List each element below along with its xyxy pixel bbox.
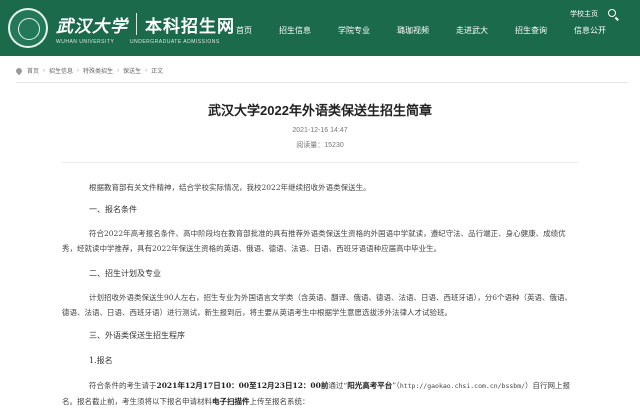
search-icon[interactable] bbox=[608, 9, 616, 17]
breadcrumb: 首页 › 招生信息 › 特殊类招生 › 保送生 › 正文 bbox=[14, 66, 164, 75]
university-seal-icon bbox=[8, 8, 48, 48]
text-run: 符合条件的考生请于 bbox=[89, 381, 157, 390]
breadcrumb-current: 正文 bbox=[151, 69, 164, 75]
view-count: 阅读量：15230 bbox=[0, 140, 640, 150]
divider bbox=[62, 162, 578, 163]
section-heading: 二、招生计划及专业 bbox=[89, 269, 161, 278]
publish-date: 2021-12-16 14:47 bbox=[292, 127, 348, 134]
nav-item-admission-query[interactable]: 招生查询 bbox=[515, 25, 547, 36]
nav-item-schools-majors[interactable]: 学院专业 bbox=[338, 25, 370, 36]
section-paragraph: 符合条件的考生请于2021年12月17日10：00至12月23日12：00前通过… bbox=[62, 378, 578, 409]
site-name: 本科招生网 bbox=[145, 16, 235, 36]
breadcrumb-home[interactable]: 首页 bbox=[27, 66, 39, 75]
article-title: 武汉大学2022年外语类保送生招生简章 bbox=[208, 103, 432, 118]
scan-emphasis: 电子扫描件 bbox=[212, 397, 250, 406]
breadcrumb-separator: › bbox=[77, 67, 80, 74]
site-header: 武汉大学 本科招生网 WUHAN UNIVERSITY UNDERGRADUAT… bbox=[0, 0, 640, 56]
subsection-heading: 1.报名 bbox=[89, 356, 113, 365]
section-paragraph: 计划招收外语类保送生90人左右，招生专业为外国语言文学类（含英语、翻译、俄语、德… bbox=[62, 293, 573, 317]
university-name-en: WUHAN UNIVERSITY bbox=[56, 38, 115, 45]
nav-item-about[interactable]: 走进武大 bbox=[456, 25, 488, 36]
section-heading: 三、外语类保送生招生程序 bbox=[89, 331, 185, 340]
university-name: 武汉大学 bbox=[56, 16, 128, 37]
nav-item-videos[interactable]: 璐珈视频 bbox=[397, 25, 429, 36]
breadcrumb-recommended[interactable]: 保送生 bbox=[123, 66, 141, 75]
article-intro: 根据教育部有关文件精神，结合学校实际情况，我校2022年继续招收外语类保送生。 bbox=[89, 183, 371, 192]
registration-period: 2021年12月17日10：00至12月23日12：00前 bbox=[156, 381, 329, 390]
text-run: 通过“ bbox=[328, 381, 348, 390]
breadcrumb-special-admission[interactable]: 特殊类招生 bbox=[83, 66, 113, 75]
main-nav: 首页 招生信息 学院专业 璐珈视频 走进武大 招生查询 信息公开 bbox=[236, 25, 606, 36]
view-count-label: 阅读量： bbox=[296, 142, 325, 149]
section-paragraph: 符合2022年高考报名条件、高中阶段均在教育部批准的具有推荐外语类保送生资格的外… bbox=[62, 229, 566, 253]
nav-item-home[interactable]: 首页 bbox=[236, 25, 252, 36]
breadcrumb-admission-info[interactable]: 招生信息 bbox=[49, 66, 73, 75]
platform-name: 阳光高考平台 bbox=[347, 381, 393, 390]
section-heading: 一、报名条件 bbox=[89, 205, 137, 214]
text-run: 上传至报名系统： bbox=[249, 397, 310, 406]
brand-divider bbox=[136, 13, 137, 35]
divider bbox=[16, 82, 628, 83]
site-name-en: UNDERGRADUATE ADMISSIONS bbox=[130, 38, 220, 45]
location-pin-icon bbox=[14, 66, 24, 75]
text-run: ”（ bbox=[392, 381, 400, 390]
logo[interactable]: 武汉大学 本科招生网 WUHAN UNIVERSITY UNDERGRADUAT… bbox=[8, 4, 235, 52]
breadcrumb-separator: › bbox=[117, 67, 120, 74]
breadcrumb-separator: › bbox=[145, 67, 148, 74]
view-count-value: 15230 bbox=[324, 142, 344, 149]
nav-item-public-info[interactable]: 信息公开 bbox=[574, 25, 606, 36]
nav-item-admission-info[interactable]: 招生信息 bbox=[279, 25, 311, 36]
platform-url-link[interactable]: http://gaokao.chsi.com.cn/bssbm/ bbox=[400, 382, 525, 390]
school-home-link[interactable]: 学校主页 bbox=[570, 9, 598, 19]
brand: 武汉大学 本科招生网 WUHAN UNIVERSITY UNDERGRADUAT… bbox=[56, 12, 235, 45]
breadcrumb-separator: › bbox=[43, 67, 46, 74]
